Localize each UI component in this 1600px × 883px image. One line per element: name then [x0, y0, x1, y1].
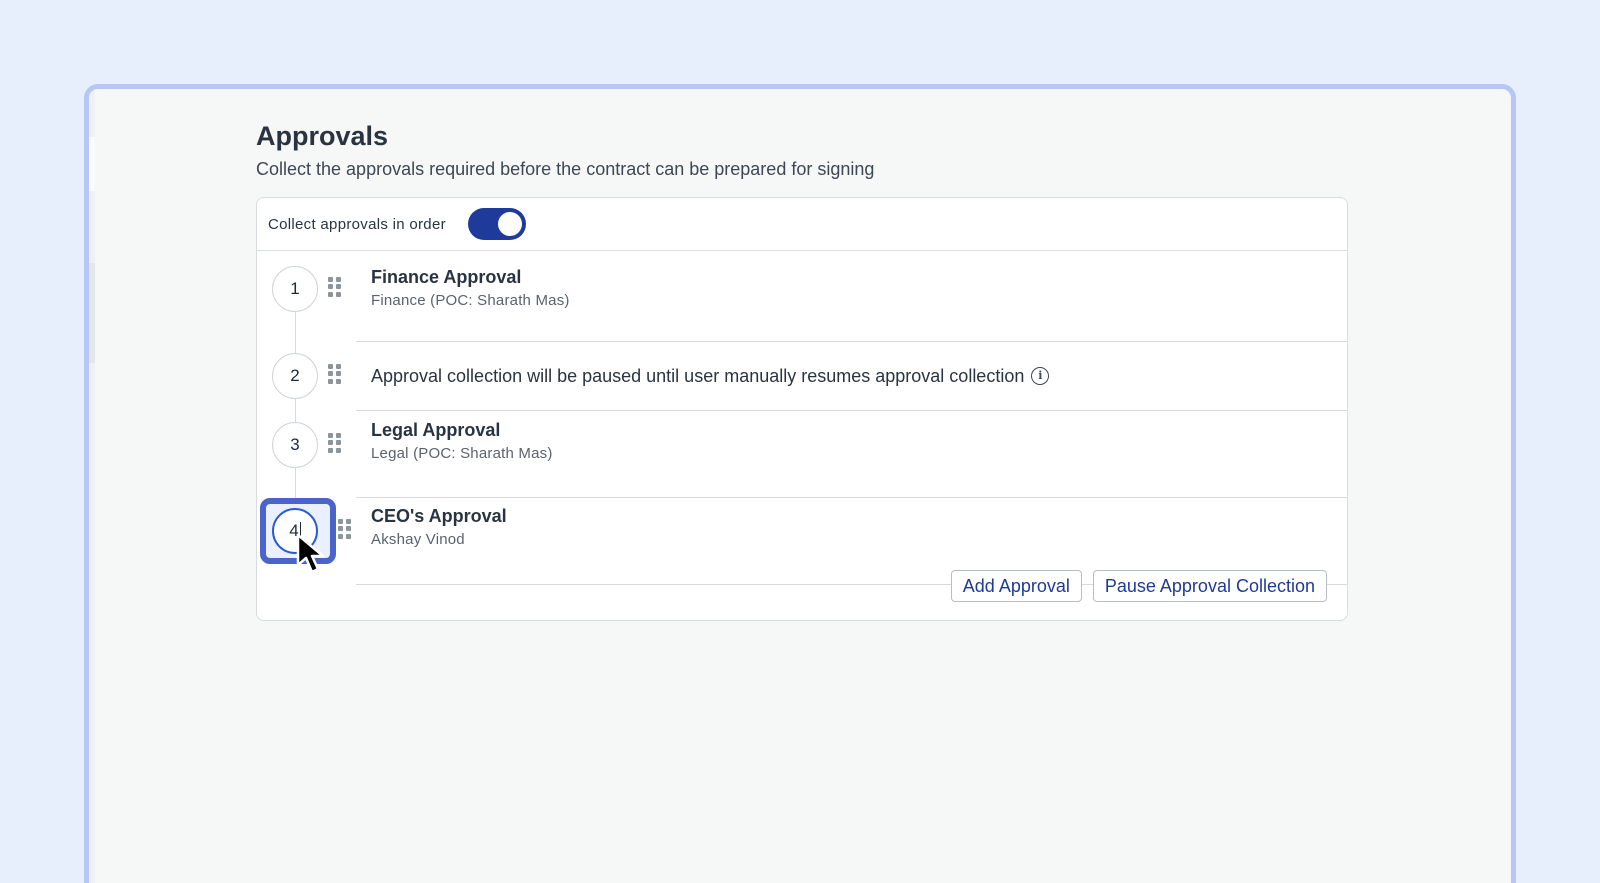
pause-approval-collection-button[interactable]: Pause Approval Collection [1092, 570, 1327, 602]
pause-message-text: Approval collection will be paused until… [371, 366, 1025, 386]
drag-handle-icon[interactable] [328, 433, 341, 453]
order-toggle-label: Collect approvals in order [268, 215, 446, 233]
divider [356, 410, 1347, 411]
panel-header: Collect approvals in order [257, 198, 1347, 251]
step-body: CEO's Approval Akshay Vinod [371, 505, 1332, 550]
divider [356, 497, 1347, 498]
sidebar-edge [89, 89, 95, 883]
toggle-knob [497, 212, 522, 236]
info-icon[interactable]: i [1031, 367, 1050, 385]
page-subtitle: Collect the approvals required before th… [256, 159, 875, 179]
step-title: CEO's Approval [371, 506, 507, 526]
order-toggle[interactable] [467, 208, 526, 240]
drag-handle-icon[interactable] [328, 277, 341, 297]
step-number[interactable]: 1 [272, 266, 318, 312]
pause-message: Approval collection will be paused until… [371, 365, 1332, 387]
step-title: Finance Approval [371, 267, 522, 287]
drag-handle-icon[interactable] [338, 519, 351, 539]
approvals-panel: Collect approvals in order 1 Finance App… [256, 197, 1348, 621]
step-body: Legal Approval Legal (POC: Sharath Mas) [371, 419, 1332, 464]
step-number[interactable]: 2 [272, 353, 318, 399]
page-title: Approvals [256, 121, 389, 151]
step-number[interactable]: 3 [272, 422, 318, 468]
add-approval-button[interactable]: Add Approval [950, 570, 1082, 602]
step-subtitle: Legal (POC: Sharath Mas) [371, 445, 553, 462]
step-body: Approval collection will be paused until… [371, 365, 1332, 387]
step-body: Finance Approval Finance (POC: Sharath M… [371, 266, 1332, 311]
timeline-connector [295, 290, 296, 530]
step-subtitle: Finance (POC: Sharath Mas) [371, 292, 570, 309]
app-window: Approvals Collect the approvals required… [84, 84, 1516, 883]
drag-handle-icon[interactable] [328, 364, 341, 384]
panel-actions: Add Approval Pause Approval Collection [950, 570, 1327, 602]
divider [356, 341, 1347, 342]
mouse-cursor-icon [296, 533, 325, 574]
step-title: Legal Approval [371, 420, 501, 440]
approvals-section: Approvals Collect the approvals required… [256, 119, 1348, 621]
step-subtitle: Akshay Vinod [371, 531, 465, 548]
